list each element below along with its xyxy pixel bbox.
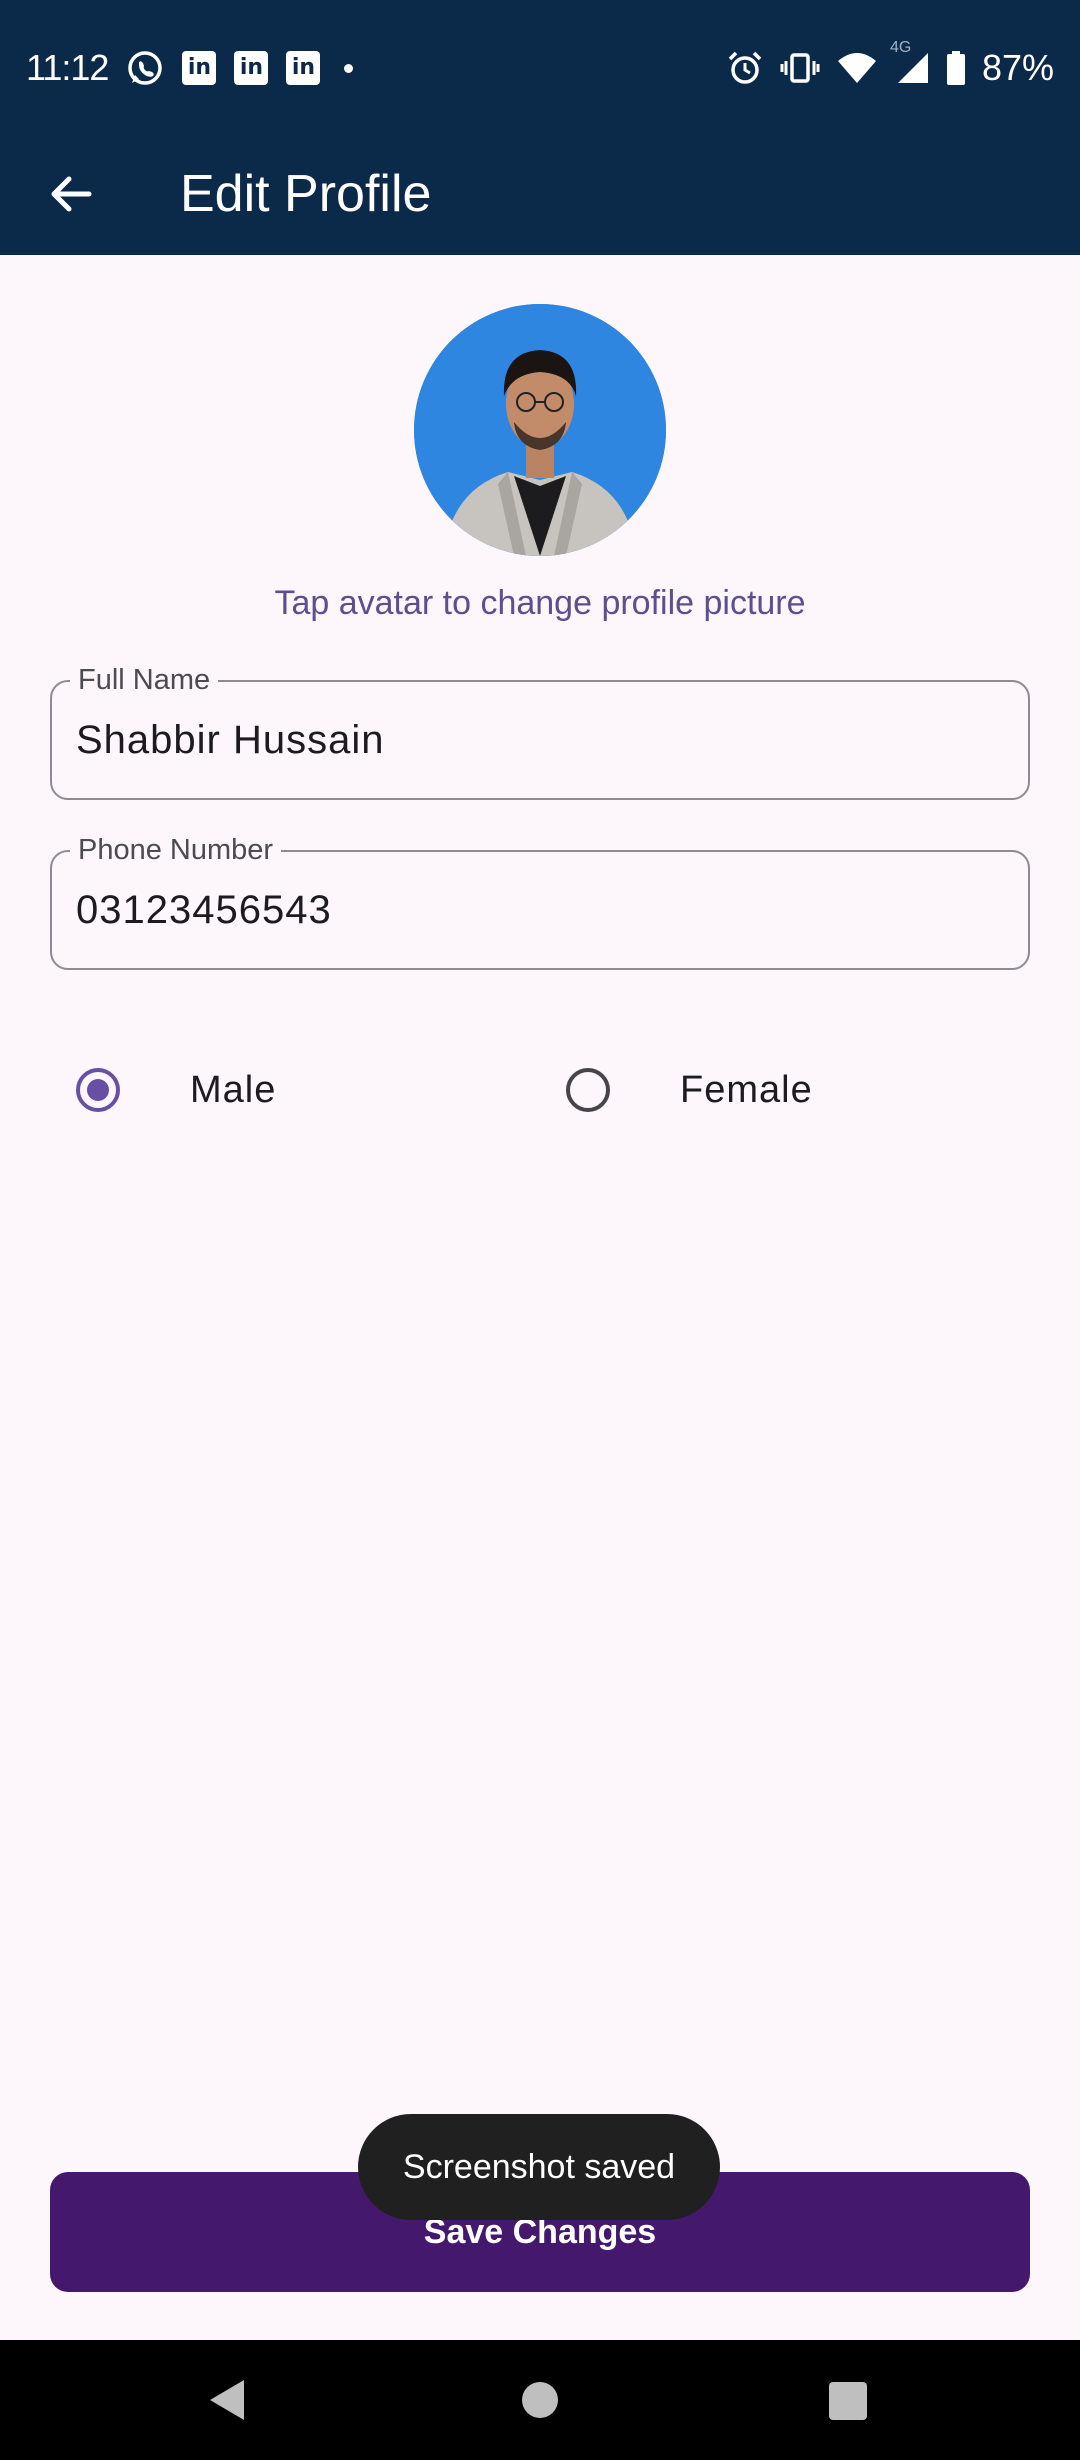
battery-percentage: 87%: [981, 47, 1054, 88]
alarm-icon: [726, 49, 764, 87]
radio-unselected-icon[interactable]: [566, 1068, 610, 1112]
back-button[interactable]: [40, 164, 100, 224]
edit-profile-screen: 11:12 in in in 4G 87% Edit Profile Tap a…: [0, 0, 1080, 2460]
avatar-hint-text: Tap avatar to change profile picture: [274, 584, 806, 622]
gender-male-label: Male: [190, 1068, 277, 1111]
nav-home-icon[interactable]: [522, 2382, 558, 2418]
network-type-label: 4G: [889, 39, 912, 56]
linkedin-icon: in: [234, 51, 269, 85]
linkedin-icon: in: [286, 51, 321, 85]
cellular-signal-icon: 4G: [890, 39, 930, 87]
arrow-back-icon: [51, 176, 92, 212]
gender-female-label: Female: [680, 1068, 813, 1111]
page-title: Edit Profile: [180, 165, 432, 223]
battery-icon: [946, 49, 966, 87]
whatsapp-icon: [126, 49, 164, 87]
phone-number-field[interactable]: Phone Number 03123456543: [50, 832, 1030, 970]
wifi-icon: [836, 49, 878, 87]
linkedin-icon: in: [182, 51, 217, 85]
full-name-field[interactable]: Full Name Shabbir Hussain: [50, 662, 1030, 800]
nav-back-icon[interactable]: [206, 2378, 246, 2422]
status-time: 11:12: [26, 47, 109, 88]
nav-recents-icon[interactable]: [829, 2382, 867, 2420]
gender-option-male[interactable]: Male: [76, 1060, 276, 1120]
full-name-value[interactable]: Shabbir Hussain: [76, 682, 385, 798]
vibrate-icon: [780, 49, 820, 87]
profile-avatar[interactable]: [414, 304, 666, 556]
phone-number-value[interactable]: 03123456543: [76, 852, 332, 968]
status-bar: 11:12 in in in 4G 87%: [0, 0, 1080, 134]
radio-dot: [87, 1079, 109, 1101]
toast-text: Screenshot saved: [402, 2147, 676, 2186]
more-notifications-dot-icon: [344, 63, 354, 73]
status-left: 11:12 in in in: [26, 44, 354, 92]
system-navigation-bar: [0, 2340, 1080, 2460]
profile-photo-icon: [414, 304, 666, 556]
radio-selected-icon[interactable]: [76, 1068, 120, 1112]
toast-message: Screenshot saved: [358, 2114, 720, 2220]
status-right: 4G 87%: [726, 39, 1054, 92]
gender-option-female[interactable]: Female: [566, 1060, 813, 1120]
gender-radio-group: Male Female: [0, 1060, 1080, 1120]
app-bar: Edit Profile: [0, 134, 1080, 255]
